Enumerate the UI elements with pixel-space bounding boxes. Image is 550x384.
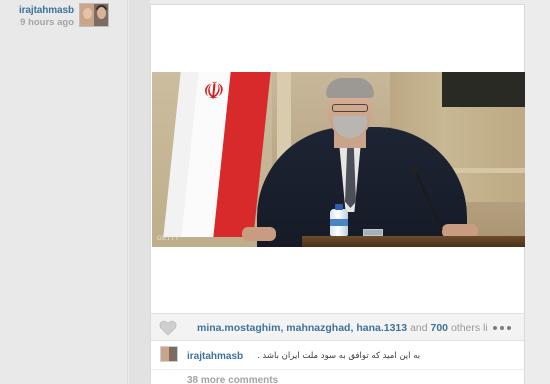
speaker-figure (232, 72, 492, 247)
left-sidebar (0, 0, 128, 384)
likes-and: and (410, 322, 428, 334)
divider (151, 369, 524, 370)
likes-summary: mina.mostaghim, mahnazghad, hana.1313 an… (197, 322, 487, 334)
likes-others-count[interactable]: 700 (430, 322, 448, 334)
post-timestamp[interactable]: 9 hours ago (14, 17, 74, 28)
author-avatar[interactable] (79, 3, 109, 27)
more-comments-link[interactable]: 38 more comments (187, 375, 278, 384)
post-photo[interactable]: ☫ GETTY (152, 72, 525, 247)
emblem-icon: ☫ (201, 77, 226, 105)
liker-link[interactable]: hana.1313 (356, 322, 407, 334)
post-author-block: irajtahmasb 9 hours ago (14, 5, 74, 28)
caption-user[interactable]: irajtahmasb (187, 351, 243, 362)
post-card: ☫ GETTY mina.mostaghim, mahnazghad, hana… (150, 4, 525, 384)
feed-gutter (129, 0, 150, 384)
caption-row: irajtahmasb به این امید که توافق به سود … (151, 342, 524, 368)
heart-icon[interactable] (159, 320, 177, 336)
photo-watermark: GETTY (157, 236, 180, 242)
post-author-name[interactable]: irajtahmasb (14, 5, 74, 16)
liker-link[interactable]: mina.mostaghim (197, 322, 280, 334)
water-glass (363, 229, 383, 236)
water-bottle (330, 204, 348, 236)
caption-text: به این امید که توافق به سود ملت ایران با… (257, 351, 421, 361)
likes-others-text: others li... (450, 322, 487, 334)
ellipsis-icon[interactable] (493, 326, 517, 332)
podium (302, 236, 525, 247)
liker-link[interactable]: mahnazghad (286, 322, 350, 334)
likes-bar: mina.mostaghim, mahnazghad, hana.1313 an… (151, 313, 524, 341)
caption-avatar[interactable] (160, 346, 178, 362)
